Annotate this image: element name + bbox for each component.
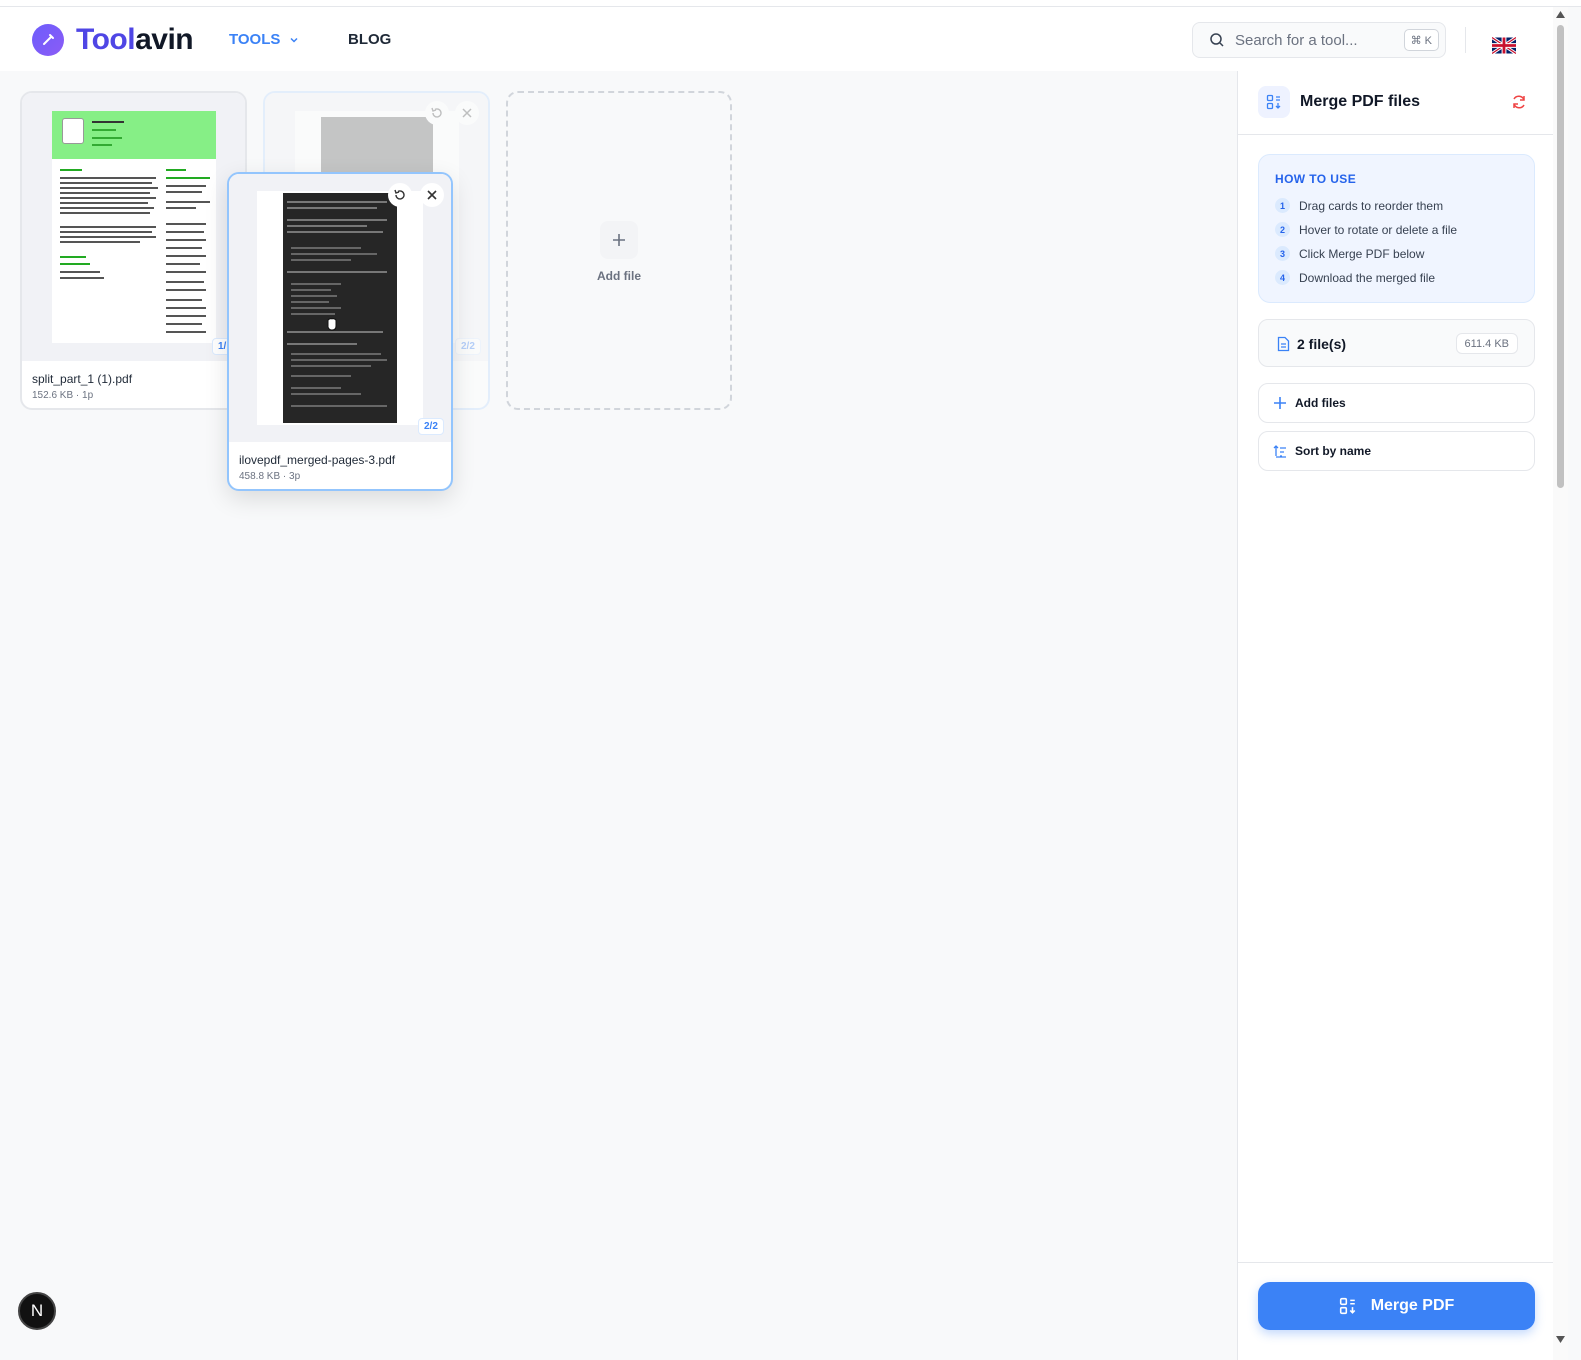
document-icon (1277, 336, 1290, 352)
file-workspace: 1/ split_part_1 (1).pdf 152.6 KB · 1p 2/… (0, 71, 1237, 1360)
dev-tools-button[interactable]: N (18, 1292, 56, 1330)
add-files-button[interactable]: Add files (1258, 383, 1535, 423)
file-name: ilovepdf_merged-pages-3.pdf (239, 453, 396, 467)
step-text: Download the merged file (1299, 270, 1436, 285)
file-count-summary: 2 file(s) 611.4 KB (1258, 319, 1535, 367)
reset-icon[interactable] (1510, 93, 1528, 111)
sort-by-name-label: Sort by name (1295, 444, 1372, 458)
file-card-dragging[interactable]: 2/2 ilovepdf_merged-pages-3.pdf 458.8 KB… (227, 172, 453, 491)
step-number: 1 (1275, 198, 1290, 213)
rotate-icon (394, 189, 405, 200)
nav-tools-label: TOOLS (229, 31, 281, 48)
scroll-down-arrow-icon[interactable] (1556, 1336, 1565, 1343)
search-icon (1210, 33, 1224, 47)
sort-icon (1273, 445, 1286, 458)
scroll-up-arrow-icon[interactable] (1556, 11, 1565, 18)
add-file-card[interactable]: Add file (506, 91, 732, 410)
sort-by-name-button[interactable]: Sort by name (1258, 431, 1535, 471)
page-badge: 2/2 (455, 338, 481, 355)
plus-icon (600, 221, 638, 259)
howto-step: 4 Download the merged file (1275, 270, 1435, 285)
merge-pdf-button[interactable]: Merge PDF (1258, 1282, 1535, 1330)
step-number: 3 (1275, 246, 1290, 261)
brand-name-part2: avin (135, 23, 194, 56)
merge-icon (1339, 1297, 1356, 1315)
page-badge: 2/2 (418, 418, 444, 435)
site-header: Toolavin TOOLS BLOG ⌘ K (0, 7, 1568, 71)
avatar (62, 118, 84, 144)
merge-footer: Merge PDF (1238, 1262, 1553, 1360)
add-file-label: Add file (597, 269, 641, 283)
panel-title: Merge PDF files (1300, 93, 1421, 110)
rotate-button[interactable] (388, 183, 412, 207)
close-icon (427, 190, 437, 200)
file-thumbnail-area: 2/2 (229, 174, 451, 442)
brand-name: Toolavin (76, 23, 194, 57)
file-count: 2 file(s) (1297, 336, 1347, 352)
pdf-page-thumbnail (52, 111, 216, 343)
nav-blog-link[interactable]: BLOG (348, 31, 391, 48)
pdf-page-thumbnail (257, 191, 423, 425)
header-divider (1465, 27, 1466, 53)
add-files-label: Add files (1295, 396, 1346, 410)
total-size-badge: 611.4 KB (1455, 333, 1518, 354)
tool-search[interactable]: ⌘ K (1192, 22, 1446, 58)
brand-logo[interactable]: Toolavin (32, 23, 194, 57)
uk-flag-icon[interactable] (1492, 37, 1516, 54)
file-card[interactable]: 1/ split_part_1 (1).pdf 152.6 KB · 1p (20, 91, 247, 410)
grab-cursor-icon (327, 318, 337, 331)
file-meta: 458.8 KB · 3p (239, 471, 301, 482)
step-text: Click Merge PDF below (1299, 246, 1425, 261)
chevron-down-icon (290, 37, 298, 43)
brand-name-part1: Tool (76, 23, 136, 56)
step-text: Hover to rotate or delete a file (1299, 222, 1458, 237)
merge-side-panel: Merge PDF files HOW TO USE 1 Drag cards t… (1237, 71, 1553, 1360)
how-to-title: HOW TO USE (1275, 172, 1357, 186)
merge-pdf-label: Merge PDF (1370, 1297, 1455, 1314)
browser-top-edge (0, 0, 1581, 7)
howto-step: 2 Hover to rotate or delete a file (1275, 222, 1457, 237)
howto-step: 3 Click Merge PDF below (1275, 246, 1424, 261)
search-shortcut-badge: ⌘ K (1403, 29, 1439, 51)
delete-file-button[interactable] (420, 183, 444, 207)
plus-icon (1274, 397, 1286, 409)
step-number: 4 (1275, 270, 1290, 285)
file-thumbnail-area: 1/ (22, 93, 245, 361)
panel-header: Merge PDF files (1238, 71, 1553, 135)
rotate-icon (425, 101, 449, 125)
howto-step: 1 Drag cards to reorder them (1275, 198, 1443, 213)
page-scrollbar[interactable] (1553, 7, 1568, 1360)
merge-icon (1258, 86, 1290, 118)
step-text: Drag cards to reorder them (1299, 198, 1444, 213)
how-to-use-box: HOW TO USE 1 Drag cards to reorder them 2… (1258, 154, 1535, 303)
file-name: split_part_1 (1).pdf (32, 372, 133, 386)
step-number: 2 (1275, 222, 1290, 237)
nav-tools-menu[interactable]: TOOLS (229, 31, 300, 48)
brand-icon (32, 24, 64, 56)
close-icon (455, 101, 479, 125)
file-meta: 152.6 KB · 1p (32, 390, 94, 401)
scrollbar-thumb[interactable] (1557, 25, 1564, 488)
search-input[interactable] (1235, 31, 1395, 49)
